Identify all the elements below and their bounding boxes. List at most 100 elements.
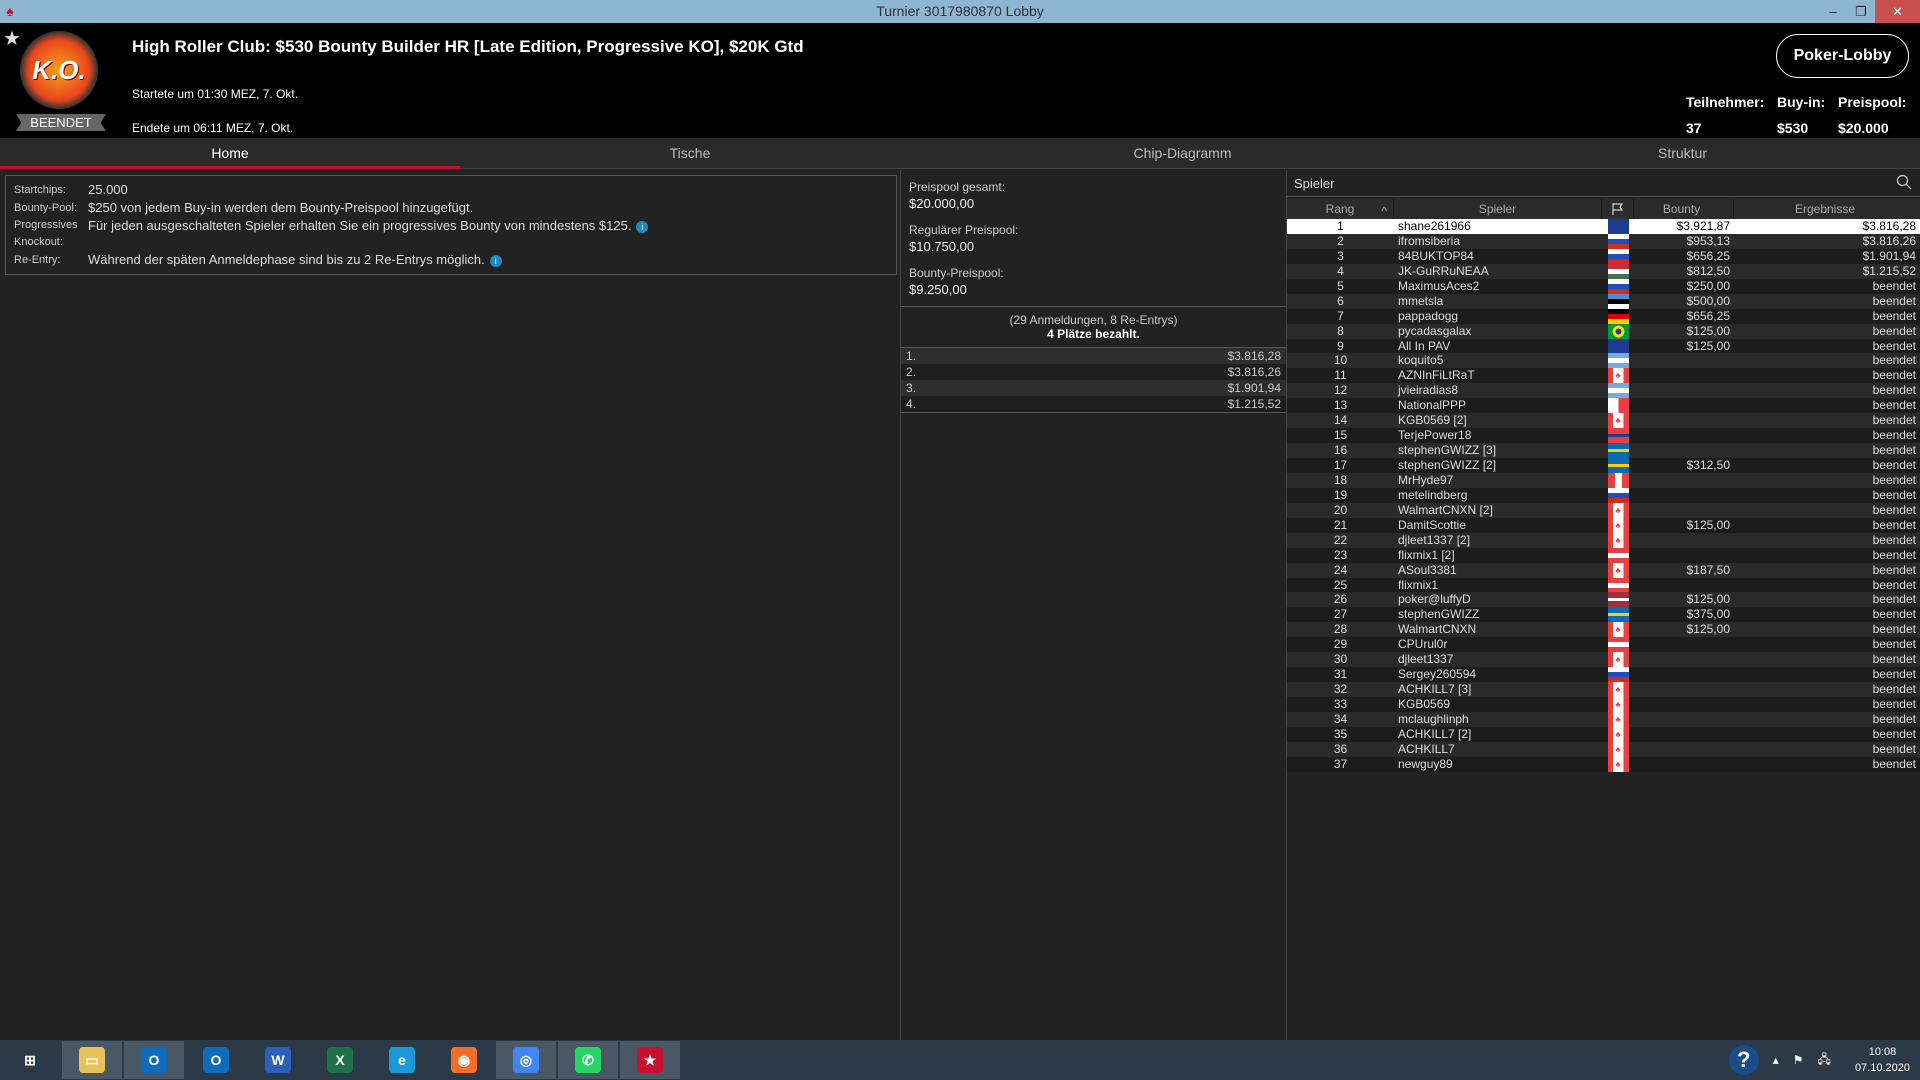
player-row[interactable]: 23 flixmix1 [2] beendet — [1287, 547, 1920, 563]
player-rank: 13 — [1333, 398, 1348, 413]
tab-tische[interactable]: Tische — [460, 138, 920, 169]
player-row[interactable]: 32 ACHKILL7 [3] ♣ beendet — [1287, 682, 1920, 698]
player-row[interactable]: 15 TerjePower18 beendet — [1287, 428, 1920, 444]
taskbar-outlook-button[interactable]: O — [124, 1041, 184, 1079]
player-row[interactable]: 29 CPUrul0r beendet — [1287, 637, 1920, 653]
taskbar-start-button[interactable]: ⊞ — [0, 1041, 60, 1079]
player-bounty — [1634, 398, 1734, 413]
player-row[interactable]: 20 WalmartCNXN [2] ♣ beendet — [1287, 502, 1920, 518]
player-row[interactable]: 35 ACHKILL7 [2] ♣ beendet — [1287, 726, 1920, 742]
player-row[interactable]: 11 AZNInFiLtRaT ♣ beendet — [1287, 368, 1920, 384]
tray-chevron-icon[interactable]: ▴ — [1773, 1053, 1779, 1067]
player-row[interactable]: 9 All In PAV $125,00 beendet — [1287, 338, 1920, 354]
player-row[interactable]: 31 Sergey260594 beendet — [1287, 667, 1920, 683]
player-row[interactable]: 34 mclaughlinph ♣ beendet — [1287, 711, 1920, 727]
player-row[interactable]: 33 KGB0569 ♣ beendet — [1287, 697, 1920, 712]
player-name: TerjePower18 — [1398, 428, 1472, 443]
country-flag-cell: ♣ — [1602, 562, 1634, 578]
ko-logo: K.O. — [20, 31, 98, 109]
taskbar-word-button[interactable]: W — [248, 1041, 308, 1079]
player-row[interactable]: 8 pycadasgalax $125,00 beendet — [1287, 323, 1920, 339]
tab-chip-diagramm[interactable]: Chip-Diagramm — [920, 138, 1445, 169]
country-flag-cell — [1602, 233, 1634, 249]
player-name: jvieiradias8 — [1398, 383, 1459, 398]
player-row[interactable]: 19 metelindberg beendet — [1287, 487, 1920, 503]
clock[interactable]: 10:08 07.10.2020 — [1855, 1044, 1910, 1076]
tab-home[interactable]: Home — [0, 138, 460, 169]
taskbar-firefox-button[interactable]: ◉ — [434, 1041, 494, 1079]
player-row[interactable]: 7 pappadogg $656,25 beendet — [1287, 308, 1920, 324]
player-row[interactable]: 16 stephenGWIZZ [3] beendet — [1287, 443, 1920, 459]
minimize-button[interactable]: – — [1819, 0, 1847, 23]
taskbar-outlook-2-button[interactable]: O — [186, 1041, 246, 1079]
col-bounty[interactable]: Bounty — [1634, 199, 1734, 219]
info-value: Während der späten Anmeldephase sind bis… — [88, 252, 485, 267]
col-rank[interactable]: Rang ^ — [1287, 199, 1394, 219]
taskbar: ⊞ ▭ O O W Xe ◉ ◎ ✆ ★ ? ▴ ⚑ 🖧 10:08 07.10.2020 — [0, 1040, 1920, 1080]
taskbar-chrome-button[interactable]: ◎ — [496, 1041, 556, 1079]
player-row[interactable]: 28 WalmartCNXN ♣ $125,00 beendet — [1287, 622, 1920, 638]
player-row[interactable]: 21 DamitScottie ♣ $125,00 beendet — [1287, 517, 1920, 533]
tab-struktur[interactable]: Struktur — [1445, 138, 1920, 169]
col-result[interactable]: Ergebnisse — [1734, 199, 1920, 219]
player-row[interactable]: 2 ifromsiberia $953,13 $3.816,26 — [1287, 233, 1920, 249]
player-bounty — [1634, 548, 1734, 563]
info-value: Für jeden ausgeschalteten Spieler erhalt… — [88, 218, 632, 233]
country-flag-cell — [1602, 248, 1634, 264]
player-result: beendet — [1872, 682, 1916, 697]
player-row[interactable]: 4 JK-GuRRuNEAA $812,50 $1.215,52 — [1287, 263, 1920, 279]
country-flag-icon-au — [1607, 338, 1629, 354]
player-row[interactable]: 17 stephenGWIZZ [2] $312,50 beendet — [1287, 458, 1920, 473]
restore-button[interactable]: ❐ — [1847, 0, 1875, 23]
player-name: All In PAV — [1398, 338, 1451, 353]
taskbar-excel-button[interactable]: X — [310, 1041, 370, 1079]
player-row[interactable]: 6 mmetsla $500,00 beendet — [1287, 293, 1920, 309]
info-key: Startchips: — [14, 184, 66, 196]
country-flag-icon-ca: ♣ — [1607, 413, 1629, 429]
col-country[interactable] — [1602, 199, 1634, 219]
player-row[interactable]: 30 djleet1337 ♣ beendet — [1287, 652, 1920, 668]
excel-icon: X — [327, 1047, 353, 1073]
player-row[interactable]: 27 stephenGWIZZ $375,00 beendet — [1287, 607, 1920, 623]
player-row[interactable]: 12 jvieiradias8 beendet — [1287, 383, 1920, 399]
info-icon[interactable]: i — [636, 220, 649, 233]
player-row[interactable]: 3 84BUKTOP84 $656,25 $1.901,94 — [1287, 248, 1920, 264]
search-icon[interactable] — [1896, 174, 1912, 190]
help-icon[interactable]: ? — [1728, 1045, 1759, 1075]
player-bounty — [1634, 727, 1734, 742]
network-icon[interactable]: 🖧 — [1818, 1050, 1831, 1071]
player-bounty: $375,00 — [1686, 607, 1730, 622]
player-result: beendet — [1872, 383, 1916, 398]
payout-place: 1. — [906, 349, 917, 363]
player-row[interactable]: 18 MrHyde97 beendet — [1287, 472, 1920, 488]
player-result: beendet — [1872, 458, 1916, 472]
player-row[interactable]: 25 flixmix1 beendet — [1287, 577, 1920, 593]
country-flag-icon-lv — [1607, 592, 1629, 608]
taskbar-whatsapp-button[interactable]: ✆ — [558, 1041, 618, 1079]
outlook-icon: O — [141, 1047, 167, 1073]
favorite-star-icon[interactable]: ★ — [3, 26, 21, 51]
player-row[interactable]: 22 djleet1337 [2] ♣ beendet — [1287, 532, 1920, 548]
window-titlebar: ♠ Turnier 3017980870 Lobby – ❐ ✕ — [0, 0, 1920, 23]
player-name: WalmartCNXN [2] — [1398, 502, 1493, 517]
close-button[interactable]: ✕ — [1875, 0, 1920, 23]
taskbar-file-explorer-button[interactable]: ▭ — [62, 1041, 122, 1079]
player-row[interactable]: 24 ASoul3381 ♣ $187,50 beendet — [1287, 562, 1920, 578]
taskbar-internet-explorer-button[interactable]: e — [372, 1041, 432, 1079]
info-icon[interactable]: i — [489, 254, 502, 267]
player-search-input[interactable]: Spieler — [1287, 170, 1920, 197]
player-row[interactable]: 26 poker@luffyD $125,00 beendet — [1287, 592, 1920, 608]
col-player[interactable]: Spieler — [1394, 199, 1602, 219]
player-row[interactable]: 1 shane261966 $3.921,87 $3.816,28 — [1287, 219, 1920, 234]
player-row[interactable]: 5 MaximusAces2 $250,00 beendet — [1287, 278, 1920, 294]
player-row[interactable]: 14 KGB0569 [2] ♣ beendet — [1287, 413, 1920, 429]
player-row[interactable]: 10 koquito5 beendet — [1287, 353, 1920, 369]
player-name: mmetsla — [1398, 293, 1444, 308]
action-center-flag-icon[interactable]: ⚑ — [1793, 1053, 1804, 1067]
poker-lobby-button[interactable]: Poker-Lobby — [1776, 34, 1909, 78]
player-row[interactable]: 13 NationalPPP beendet — [1287, 398, 1920, 414]
taskbar-pokerstars-button[interactable]: ★ — [620, 1041, 680, 1079]
player-row[interactable]: 36 ACHKILL7 ♣ beendet — [1287, 741, 1920, 757]
player-row[interactable]: 37 newguy89 ♣ beendet — [1287, 756, 1920, 772]
clock-date: 07.10.2020 — [1854, 1062, 1910, 1074]
